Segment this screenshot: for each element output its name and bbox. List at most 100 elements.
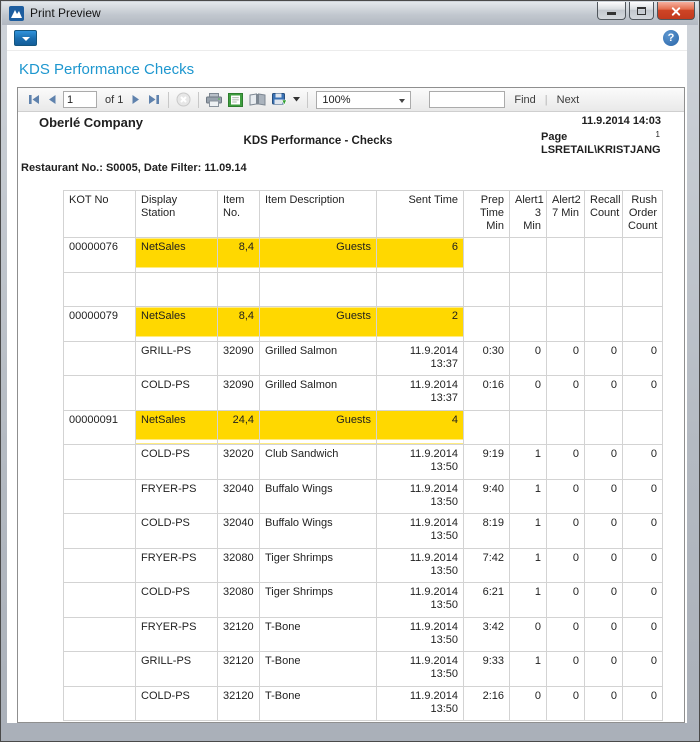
table-row: COLD-PS32080Tiger Shrimps11.9.2014 13:50… xyxy=(64,583,663,618)
table-cell: NetSales xyxy=(136,410,218,445)
minimize-button[interactable] xyxy=(597,2,626,20)
table-cell: 0 xyxy=(585,617,623,652)
first-page-button[interactable] xyxy=(27,94,41,105)
table-cell xyxy=(464,410,510,445)
table-cell: 32090 xyxy=(218,376,260,411)
table-cell: 1 xyxy=(510,514,547,549)
table-cell: 32120 xyxy=(218,617,260,652)
table-cell: 2 xyxy=(377,307,464,342)
table-cell xyxy=(218,272,260,307)
export-icon xyxy=(272,93,287,107)
table-cell: 32040 xyxy=(218,479,260,514)
table-cell: 32120 xyxy=(218,686,260,721)
find-next-separator: | xyxy=(545,94,548,106)
table-cell xyxy=(623,272,663,307)
table-cell: 11.9.2014 13:50 xyxy=(377,686,464,721)
table-cell: Guests xyxy=(260,410,377,445)
table-cell: 0 xyxy=(623,652,663,687)
page-label: Page xyxy=(541,131,567,143)
table-cell: NetSales xyxy=(136,307,218,342)
table-cell: 9:19 xyxy=(464,445,510,480)
table-cell: GRILL-PS xyxy=(136,341,218,376)
table-cell xyxy=(64,617,136,652)
table-cell xyxy=(64,583,136,618)
table-cell xyxy=(510,238,547,273)
column-header: Item Description xyxy=(260,191,377,238)
table-cell xyxy=(64,272,136,307)
table-cell xyxy=(464,272,510,307)
find-input[interactable] xyxy=(429,91,505,108)
export-button[interactable] xyxy=(272,93,287,107)
table-cell xyxy=(585,410,623,445)
table-cell xyxy=(64,514,136,549)
table-row: COLD-PS32090Grilled Salmon11.9.2014 13:3… xyxy=(64,376,663,411)
table-cell: 4 xyxy=(377,410,464,445)
titlebar[interactable]: Print Preview xyxy=(2,2,698,25)
preview-panel: of 1 xyxy=(17,87,685,723)
page-number-input[interactable] xyxy=(63,91,97,108)
last-page-button[interactable] xyxy=(147,94,161,105)
chevron-down-icon xyxy=(22,37,30,41)
toolbar-separator xyxy=(307,92,308,108)
column-header: KOT No xyxy=(64,191,136,238)
first-page-icon xyxy=(27,94,41,105)
table-cell: 0 xyxy=(510,686,547,721)
close-button[interactable] xyxy=(657,2,695,20)
print-layout-button[interactable] xyxy=(228,93,243,107)
table-cell: 11.9.2014 13:37 xyxy=(377,341,464,376)
table-cell: 32120 xyxy=(218,652,260,687)
table-cell: T-Bone xyxy=(260,617,377,652)
stop-rendering-button[interactable] xyxy=(176,92,191,107)
table-cell: 7:42 xyxy=(464,548,510,583)
column-header: Display Station xyxy=(136,191,218,238)
table-cell xyxy=(585,238,623,273)
previous-page-button[interactable] xyxy=(47,94,57,105)
table-cell: Guests xyxy=(260,307,377,342)
find-link[interactable]: Find xyxy=(514,94,535,106)
print-button[interactable] xyxy=(206,93,222,107)
table-cell: 00000076 xyxy=(64,238,136,273)
table-cell: 00000091 xyxy=(64,410,136,445)
table-cell: 0 xyxy=(547,376,585,411)
page-setup-button[interactable] xyxy=(249,93,266,106)
table-cell: 11.9.2014 13:50 xyxy=(377,652,464,687)
chevron-down-icon xyxy=(293,97,300,102)
maximize-button[interactable] xyxy=(629,2,654,20)
table-cell xyxy=(510,410,547,445)
next-page-button[interactable] xyxy=(131,94,141,105)
table-cell xyxy=(377,272,464,307)
table-cell xyxy=(464,238,510,273)
table-row: FRYER-PS32040Buffalo Wings11.9.2014 13:5… xyxy=(64,479,663,514)
table-cell xyxy=(623,410,663,445)
next-link[interactable]: Next xyxy=(557,94,580,106)
page-setup-icon xyxy=(249,93,266,106)
preview-toolbar: of 1 xyxy=(18,88,684,112)
table-cell: 0 xyxy=(585,583,623,618)
last-page-icon xyxy=(147,94,161,105)
zoom-combobox[interactable]: 100% xyxy=(316,91,411,109)
table-cell: FRYER-PS xyxy=(136,479,218,514)
table-cell: 6:21 xyxy=(464,583,510,618)
actions-dropdown-button[interactable] xyxy=(14,30,37,46)
table-cell: 1 xyxy=(510,548,547,583)
table-cell: T-Bone xyxy=(260,686,377,721)
table-cell: NetSales xyxy=(136,238,218,273)
print-layout-icon xyxy=(228,93,243,107)
column-header: Recall Count xyxy=(585,191,623,238)
table-cell: 8:19 xyxy=(464,514,510,549)
export-menu-caret[interactable] xyxy=(293,97,300,102)
table-cell: 0 xyxy=(623,617,663,652)
table-cell: Buffalo Wings xyxy=(260,514,377,549)
table-cell: 0 xyxy=(547,514,585,549)
table-cell: 11.9.2014 13:50 xyxy=(377,479,464,514)
table-row: FRYER-PS32080Tiger Shrimps11.9.2014 13:5… xyxy=(64,548,663,583)
maximize-icon xyxy=(637,7,646,15)
table-cell: 32080 xyxy=(218,548,260,583)
table-row: 00000076NetSales8,4Guests6 xyxy=(64,238,663,273)
table-cell: 0 xyxy=(585,548,623,583)
column-header: Alert1 3 Min xyxy=(510,191,547,238)
table-cell: 8,4 xyxy=(218,307,260,342)
table-cell: Grilled Salmon xyxy=(260,376,377,411)
help-icon[interactable]: ? xyxy=(663,30,679,46)
table-row: 00000091NetSales24,4Guests4 xyxy=(64,410,663,445)
